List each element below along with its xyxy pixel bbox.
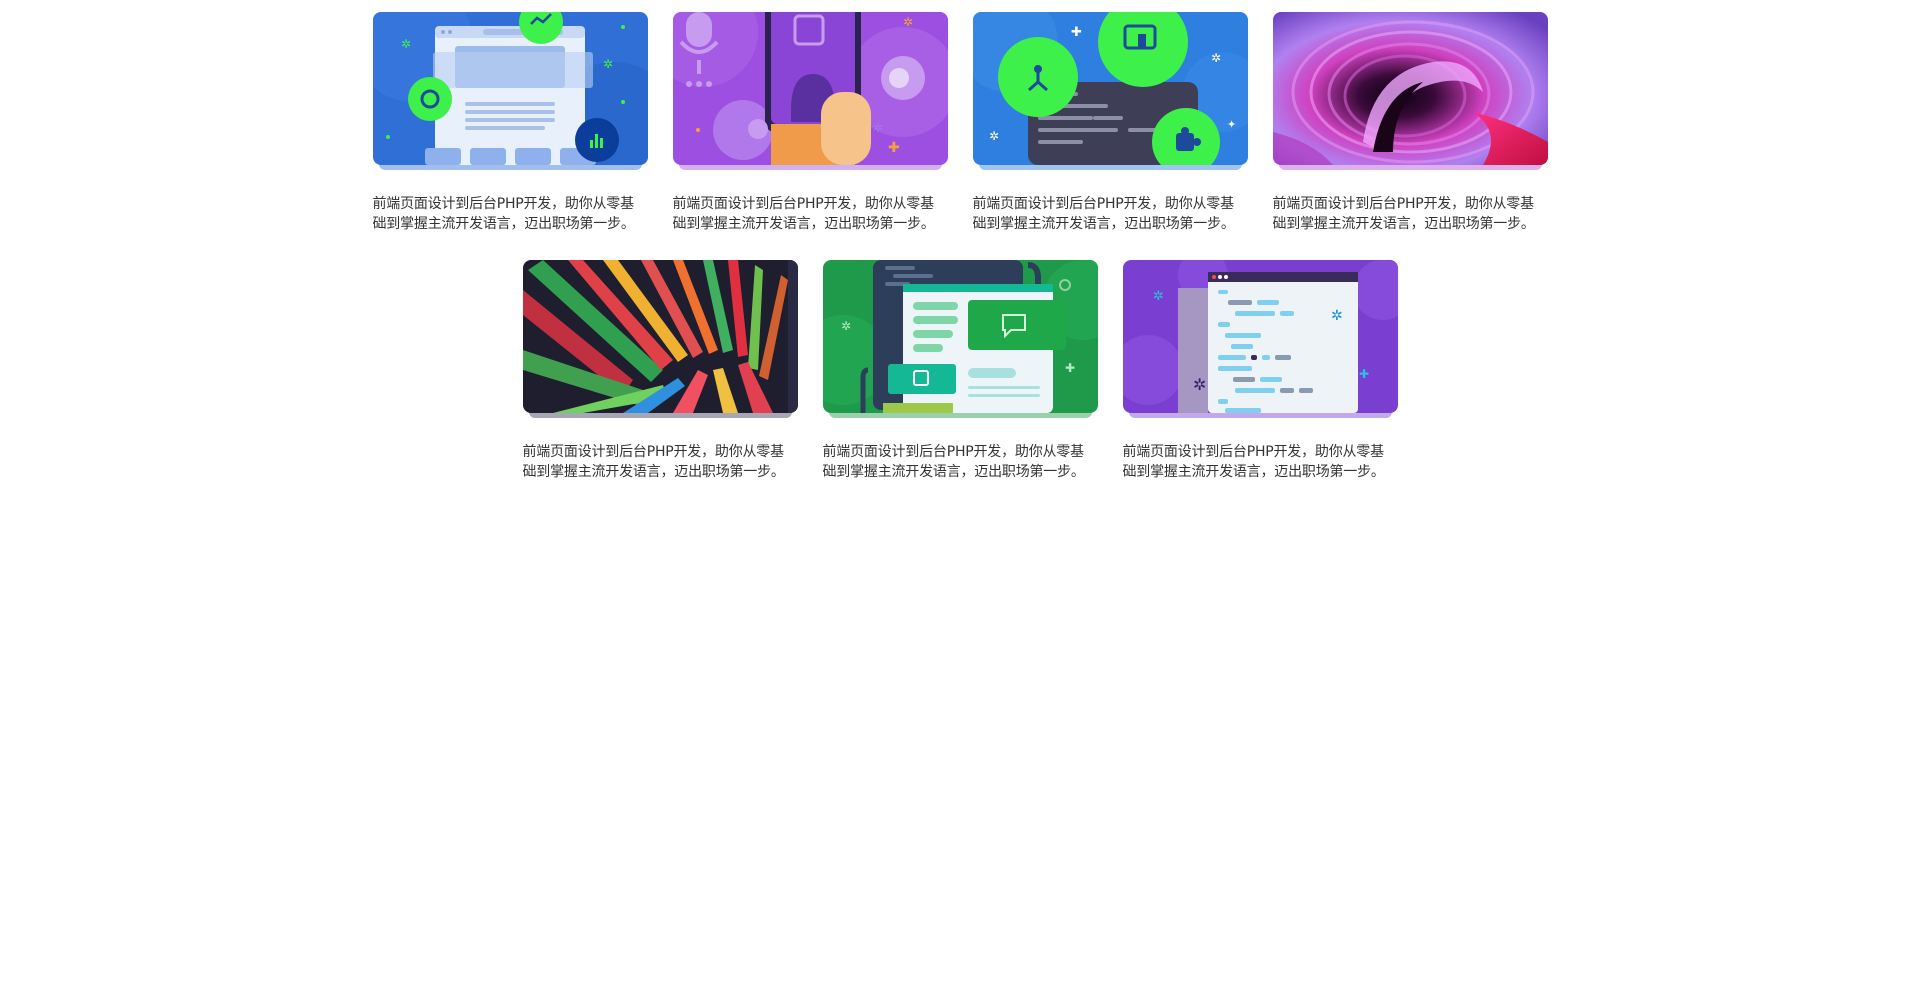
colorful-bars-abstract	[522, 260, 798, 413]
svg-text:✚: ✚	[1065, 361, 1075, 375]
course-grid-page: ✲ ✲ 前端页面设计到后台PHP开发，助你从零基础到掌握主流开发语言，迈出职场第…	[0, 0, 1920, 983]
code-editor-illustration: ✲ ✲ ✲ ✚	[1122, 260, 1398, 413]
course-caption[interactable]: 前端页面设计到后台PHP开发，助你从零基础到掌握主流开发语言，迈出职场第一步。	[1123, 442, 1398, 482]
course-row-2: 前端页面设计到后台PHP开发，助你从零基础到掌握主流开发语言，迈出职场第一步。	[0, 260, 1920, 482]
course-thumbnail[interactable]	[1272, 12, 1548, 165]
course-caption[interactable]: 前端页面设计到后台PHP开发，助你从零基础到掌握主流开发语言，迈出职场第一步。	[1273, 194, 1548, 234]
course-caption[interactable]: 前端页面设计到后台PHP开发，助你从零基础到掌握主流开发语言，迈出职场第一步。	[523, 442, 798, 482]
web-design-illustration: ✲ ✲	[372, 12, 648, 165]
course-card[interactable]: 前端页面设计到后台PHP开发，助你从零基础到掌握主流开发语言，迈出职场第一步。	[522, 260, 798, 482]
course-thumbnail[interactable]: ✚ ✲ ✲ ✦	[972, 12, 1248, 165]
svg-text:✲: ✲	[401, 37, 411, 51]
course-thumbnail-wrap[interactable]: ✲ ✚	[822, 260, 1098, 420]
course-caption[interactable]: 前端页面设计到后台PHP开发，助你从零基础到掌握主流开发语言，迈出职场第一步。	[673, 194, 948, 234]
devices-code-illustration: ✚ ✲ ✲ ✦	[972, 12, 1248, 165]
course-thumbnail[interactable]: ✲ ✚	[822, 260, 1098, 413]
course-card[interactable]: ✲ ✲ 前端页面设计到后台PHP开发，助你从零基础到掌握主流开发语言，迈出职场第…	[372, 12, 648, 234]
course-thumbnail-wrap[interactable]	[1272, 12, 1548, 172]
svg-text:✲: ✲	[1193, 375, 1206, 394]
svg-text:✲: ✲	[603, 57, 613, 71]
svg-text:✲: ✲	[989, 129, 999, 143]
messaging-ui-illustration: ✲ ✚	[822, 260, 1098, 413]
course-caption[interactable]: 前端页面设计到后台PHP开发，助你从零基础到掌握主流开发语言，迈出职场第一步。	[823, 442, 1098, 482]
course-thumbnail[interactable]: ✲ ✲	[372, 12, 648, 165]
course-caption[interactable]: 前端页面设计到后台PHP开发，助你从零基础到掌握主流开发语言，迈出职场第一步。	[373, 194, 648, 234]
course-caption[interactable]: 前端页面设计到后台PHP开发，助你从零基础到掌握主流开发语言，迈出职场第一步。	[973, 194, 1248, 234]
course-thumbnail-wrap[interactable]: ✲ ✲	[372, 12, 648, 172]
course-row-1: ✲ ✲ 前端页面设计到后台PHP开发，助你从零基础到掌握主流开发语言，迈出职场第…	[0, 12, 1920, 234]
course-thumbnail-wrap[interactable]: ✚ ✲ ✲ ✦	[972, 12, 1248, 172]
course-thumbnail[interactable]	[522, 260, 798, 413]
svg-text:✲: ✲	[873, 121, 883, 135]
course-thumbnail-wrap[interactable]: ✲ ✚ ✲	[672, 12, 948, 172]
svg-text:✚: ✚	[1071, 25, 1082, 40]
android-mobile-illustration: ✲ ✚ ✲	[672, 12, 948, 165]
svg-text:✲: ✲	[1211, 51, 1221, 65]
svg-text:✲: ✲	[903, 15, 913, 29]
svg-text:✦: ✦	[1227, 118, 1236, 131]
course-thumbnail[interactable]: ✲ ✲ ✲ ✚	[1122, 260, 1398, 413]
course-card[interactable]: ✲ ✲ ✲ ✚ 前端页面设计到后台PHP开发，助你从零基础到掌握主流开发语言，迈…	[1122, 260, 1398, 482]
svg-text:✚: ✚	[1359, 367, 1369, 381]
svg-text:✲: ✲	[841, 319, 851, 333]
course-thumbnail[interactable]: ✲ ✚ ✲	[672, 12, 948, 165]
svg-text:✚: ✚	[888, 140, 900, 156]
course-card[interactable]: ✲ ✚ 前端页面设计到后台PHP开发，助你从零基础到掌握主流开发语言，迈出职场第…	[822, 260, 1098, 482]
course-card[interactable]: 前端页面设计到后台PHP开发，助你从零基础到掌握主流开发语言，迈出职场第一步。	[1272, 12, 1548, 234]
svg-text:✲: ✲	[1331, 308, 1343, 324]
course-thumbnail-wrap[interactable]: ✲ ✲ ✲ ✚	[1122, 260, 1398, 420]
course-card[interactable]: ✚ ✲ ✲ ✦ 前端页面设计到后台PHP开发，助你从零基础到掌握主流开发语言，迈…	[972, 12, 1248, 234]
course-thumbnail-wrap[interactable]	[522, 260, 798, 420]
course-card[interactable]: ✲ ✚ ✲ 前端页面设计到后台PHP开发，助你从零基础到掌握主流开发语言，迈出职…	[672, 12, 948, 234]
svg-text:✲: ✲	[1153, 289, 1164, 304]
spiral-abstract-art	[1272, 12, 1548, 165]
